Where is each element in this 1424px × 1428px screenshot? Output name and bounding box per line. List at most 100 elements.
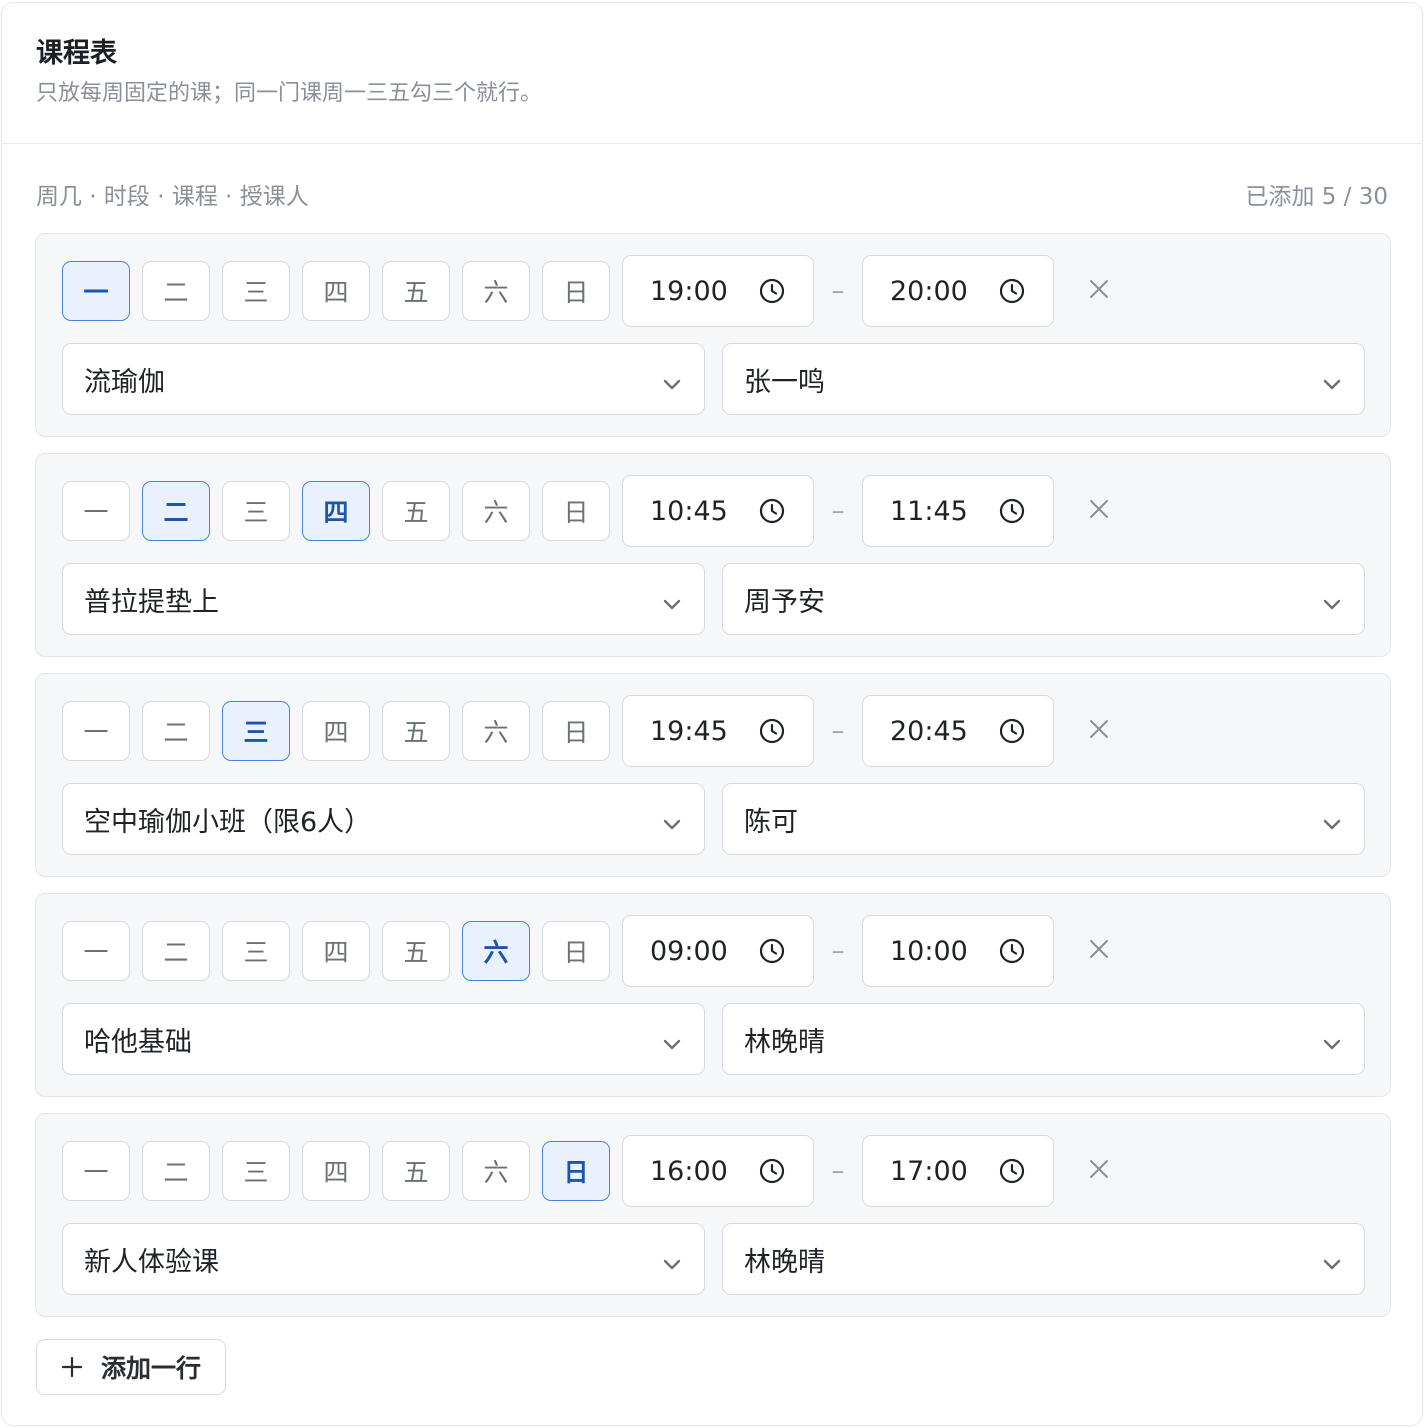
remove-row-button[interactable]: [1084, 276, 1114, 306]
day-toggle[interactable]: 二: [142, 1141, 210, 1201]
teacher-value: 林晚晴: [744, 1026, 825, 1058]
day-toggle[interactable]: 三: [222, 261, 290, 321]
start-time-input[interactable]: 19:45: [622, 695, 814, 767]
end-time-value: 20:00: [890, 275, 968, 307]
page-title: 课程表: [36, 38, 117, 69]
teacher-select[interactable]: 周予安: [722, 563, 1365, 635]
course-value: 哈他基础: [84, 1026, 192, 1058]
chevron-down-icon: [662, 370, 682, 401]
teacher-select[interactable]: 林晚晴: [722, 1223, 1365, 1295]
end-time-value: 17:00: [890, 1155, 968, 1187]
day-toggle[interactable]: 日: [542, 701, 610, 761]
day-toggle[interactable]: 日: [542, 261, 610, 321]
chevron-down-icon: [1322, 590, 1342, 621]
day-toggle[interactable]: 二: [142, 481, 210, 541]
remove-row-button[interactable]: [1084, 716, 1114, 746]
day-toggle[interactable]: 一: [62, 261, 130, 321]
row-time-line: 一二三四五六日 10:45 – 11:45: [62, 475, 1114, 547]
end-time-input[interactable]: 10:00: [862, 915, 1054, 987]
remove-row-button[interactable]: [1084, 936, 1114, 966]
page-subtitle: 只放每周固定的课；同一门课周一三五勾三个就行。: [36, 81, 543, 106]
course-select[interactable]: 空中瑜伽小班（限6人）: [62, 783, 705, 855]
day-toggle[interactable]: 五: [382, 1141, 450, 1201]
day-toggle[interactable]: 一: [62, 701, 130, 761]
start-time-value: 10:45: [650, 495, 728, 527]
start-time-input[interactable]: 16:00: [622, 1135, 814, 1207]
day-toggle[interactable]: 三: [222, 921, 290, 981]
row-count: 已添加 5 / 30: [1245, 184, 1388, 210]
end-time-input[interactable]: 17:00: [862, 1135, 1054, 1207]
start-time-input[interactable]: 19:00: [622, 255, 814, 327]
start-time-input[interactable]: 10:45: [622, 475, 814, 547]
course-select[interactable]: 哈他基础: [62, 1003, 705, 1075]
time-separator: –: [831, 716, 845, 746]
remove-row-button[interactable]: [1084, 496, 1114, 526]
clock-icon: [759, 1158, 785, 1191]
card-header: 课程表 只放每周固定的课；同一门课周一三五勾三个就行。: [2, 3, 1422, 144]
day-toggle[interactable]: 六: [462, 701, 530, 761]
chevron-down-icon: [1322, 1030, 1342, 1061]
clock-icon: [759, 498, 785, 531]
day-toggle[interactable]: 五: [382, 701, 450, 761]
schedule-row: 一二三四五六日 09:00 – 10:00 哈他基础 林晚晴: [35, 893, 1391, 1097]
close-icon: [1088, 718, 1110, 744]
day-toggle[interactable]: 三: [222, 481, 290, 541]
plus-icon: [61, 1356, 83, 1378]
row-course-line: 空中瑜伽小班（限6人） 陈可: [62, 783, 1365, 855]
teacher-select[interactable]: 张一鸣: [722, 343, 1365, 415]
list-meta: 周几 · 时段 · 课程 · 授课人 已添加 5 / 30: [36, 181, 1388, 213]
end-time-value: 10:00: [890, 935, 968, 967]
remove-row-button[interactable]: [1084, 1156, 1114, 1186]
day-toggle[interactable]: 三: [222, 701, 290, 761]
day-toggle[interactable]: 日: [542, 481, 610, 541]
start-time-input[interactable]: 09:00: [622, 915, 814, 987]
time-separator: –: [831, 1156, 845, 1186]
course-select[interactable]: 普拉提垫上: [62, 563, 705, 635]
day-toggle[interactable]: 五: [382, 481, 450, 541]
day-toggle[interactable]: 一: [62, 1141, 130, 1201]
course-select[interactable]: 流瑜伽: [62, 343, 705, 415]
day-toggle[interactable]: 三: [222, 1141, 290, 1201]
add-row-button[interactable]: 添加一行: [36, 1339, 226, 1395]
day-toggle[interactable]: 一: [62, 481, 130, 541]
clock-icon: [999, 1158, 1025, 1191]
day-toggle[interactable]: 五: [382, 921, 450, 981]
end-time-input[interactable]: 11:45: [862, 475, 1054, 547]
day-toggle[interactable]: 二: [142, 261, 210, 321]
close-icon: [1088, 938, 1110, 964]
day-toggle[interactable]: 四: [302, 481, 370, 541]
day-toggle[interactable]: 一: [62, 921, 130, 981]
teacher-select[interactable]: 林晚晴: [722, 1003, 1365, 1075]
day-toggle[interactable]: 四: [302, 921, 370, 981]
row-course-line: 流瑜伽 张一鸣: [62, 343, 1365, 415]
day-toggle[interactable]: 日: [542, 1141, 610, 1201]
schedule-row: 一二三四五六日 10:45 – 11:45 普拉提垫上 周予安: [35, 453, 1391, 657]
teacher-select[interactable]: 陈可: [722, 783, 1365, 855]
day-toggle[interactable]: 四: [302, 701, 370, 761]
row-time-line: 一二三四五六日 19:45 – 20:45: [62, 695, 1114, 767]
row-time-line: 一二三四五六日 19:00 – 20:00: [62, 255, 1114, 327]
day-toggle[interactable]: 二: [142, 701, 210, 761]
day-toggle[interactable]: 日: [542, 921, 610, 981]
day-toggle[interactable]: 六: [462, 481, 530, 541]
course-select[interactable]: 新人体验课: [62, 1223, 705, 1295]
row-course-line: 普拉提垫上 周予安: [62, 563, 1365, 635]
time-separator: –: [831, 276, 845, 306]
clock-icon: [759, 718, 785, 751]
day-toggle[interactable]: 二: [142, 921, 210, 981]
day-toggle[interactable]: 四: [302, 1141, 370, 1201]
start-time-value: 09:00: [650, 935, 728, 967]
schedule-rows: 一二三四五六日 19:00–20:00 流瑜伽 张一鸣一二三四五六日 10:45–11:…: [35, 233, 1391, 1333]
end-time-value: 11:45: [890, 495, 968, 527]
end-time-input[interactable]: 20:45: [862, 695, 1054, 767]
day-toggle[interactable]: 四: [302, 261, 370, 321]
end-time-input[interactable]: 20:00: [862, 255, 1054, 327]
start-time-value: 19:00: [650, 275, 728, 307]
chevron-down-icon: [662, 590, 682, 621]
day-toggle[interactable]: 六: [462, 261, 530, 321]
teacher-value: 林晚晴: [744, 1246, 825, 1278]
day-toggle[interactable]: 六: [462, 921, 530, 981]
day-toggle[interactable]: 五: [382, 261, 450, 321]
start-time-value: 16:00: [650, 1155, 728, 1187]
day-toggle[interactable]: 六: [462, 1141, 530, 1201]
